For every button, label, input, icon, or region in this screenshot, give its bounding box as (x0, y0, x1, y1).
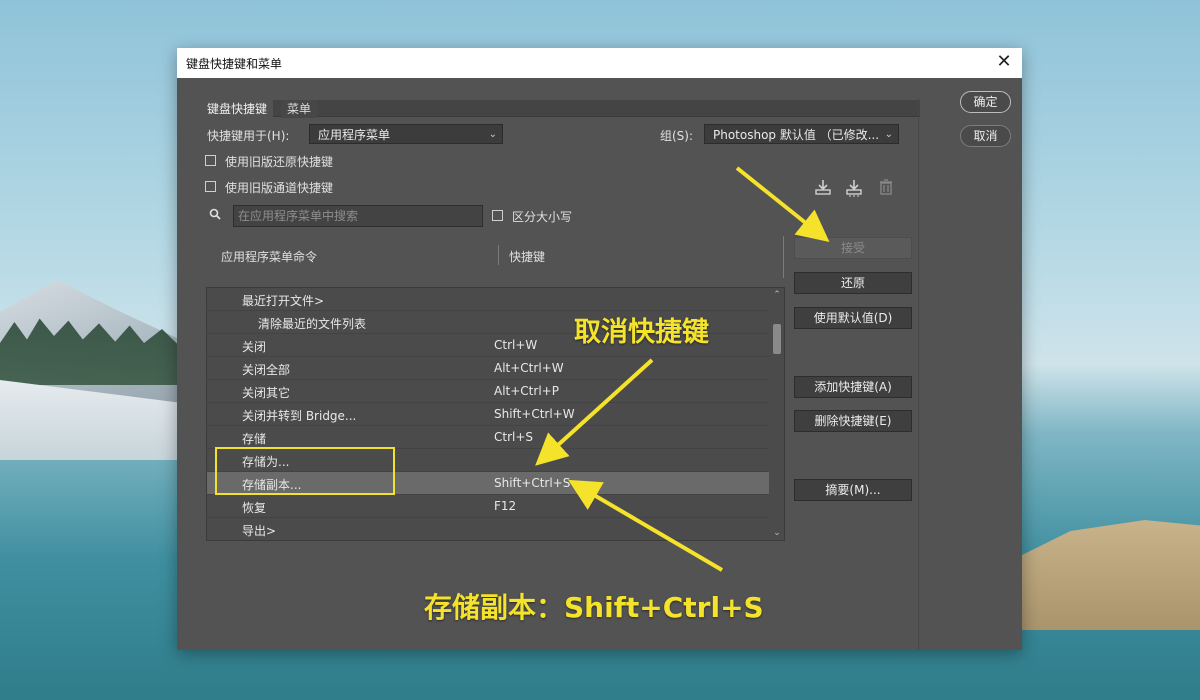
annotation-cancel-shortcut: 取消快捷键 (574, 317, 709, 348)
annotation-save-copy: 存储副本：Shift+Ctrl+S (424, 591, 764, 624)
